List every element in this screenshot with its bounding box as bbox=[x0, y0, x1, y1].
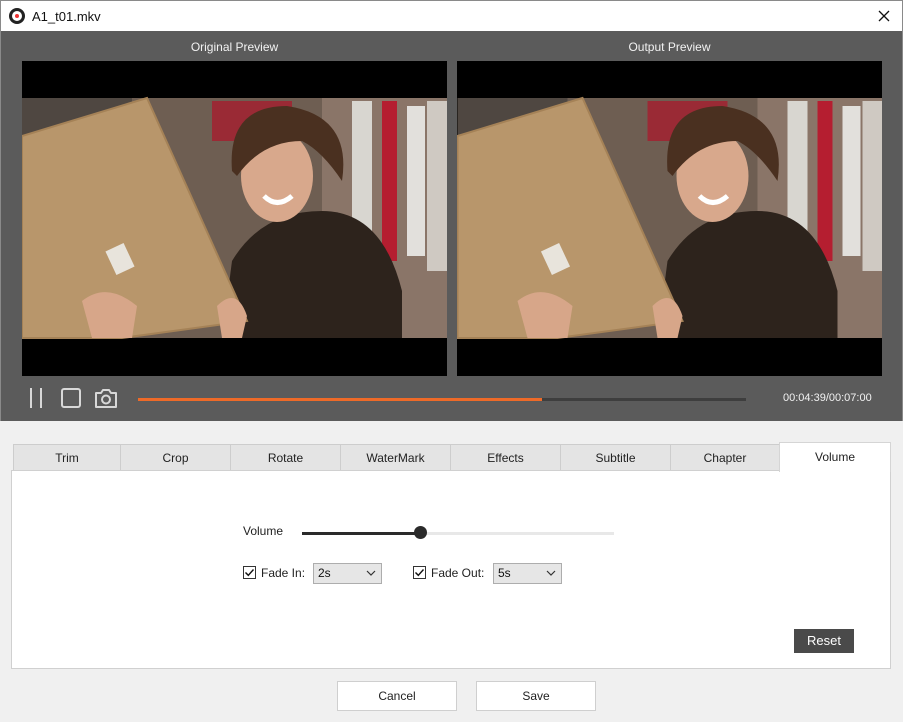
edit-tabs: Trim Crop Rotate WaterMark Effects Subti… bbox=[12, 442, 891, 472]
fade-out-select[interactable]: 5s bbox=[493, 563, 562, 584]
seek-bar[interactable] bbox=[138, 398, 746, 401]
pause-icon bbox=[30, 388, 42, 408]
original-preview-video bbox=[22, 61, 447, 376]
stop-button[interactable] bbox=[60, 386, 82, 413]
tab-watermark[interactable]: WaterMark bbox=[340, 444, 451, 471]
tab-subtitle[interactable]: Subtitle bbox=[560, 444, 671, 471]
tab-effects[interactable]: Effects bbox=[450, 444, 561, 471]
checkmark-icon bbox=[415, 569, 425, 577]
volume-slider-fill bbox=[302, 532, 421, 535]
tab-volume[interactable]: Volume bbox=[779, 442, 891, 472]
checkmark-icon bbox=[245, 569, 255, 577]
window-title: A1_t01.mkv bbox=[32, 9, 101, 24]
fade-out-label: Fade Out: bbox=[431, 566, 485, 580]
preview-area: Original Preview Output Preview 00:04:39… bbox=[0, 31, 903, 421]
volume-slider-handle[interactable] bbox=[414, 526, 428, 539]
tab-trim[interactable]: Trim bbox=[13, 444, 121, 471]
tab-chapter[interactable]: Chapter bbox=[670, 444, 780, 471]
save-button[interactable]: Save bbox=[476, 681, 596, 711]
fade-out-value: 5s bbox=[498, 566, 511, 580]
camera-icon bbox=[95, 389, 117, 408]
fade-in-checkbox[interactable] bbox=[243, 566, 256, 579]
stop-icon bbox=[61, 388, 81, 408]
title-bar: A1_t01.mkv bbox=[0, 0, 903, 31]
volume-slider[interactable] bbox=[302, 532, 614, 535]
pause-button[interactable] bbox=[27, 386, 47, 413]
reset-button[interactable]: Reset bbox=[794, 629, 854, 653]
close-icon bbox=[878, 10, 890, 22]
original-preview-label: Original Preview bbox=[190, 40, 279, 54]
volume-label: Volume bbox=[243, 524, 284, 538]
chevron-down-icon bbox=[366, 570, 376, 576]
close-button[interactable] bbox=[874, 6, 894, 26]
app-logo-icon bbox=[9, 8, 25, 24]
output-preview-label: Output Preview bbox=[628, 40, 711, 54]
tab-crop[interactable]: Crop bbox=[120, 444, 231, 471]
output-preview-video bbox=[457, 61, 882, 376]
seek-progress bbox=[138, 398, 542, 401]
cancel-button[interactable]: Cancel bbox=[337, 681, 457, 711]
fade-in-select[interactable]: 2s bbox=[313, 563, 382, 584]
timecode: 00:04:39/00:07:00 bbox=[783, 392, 872, 404]
chevron-down-icon bbox=[546, 570, 556, 576]
fade-in-label: Fade In: bbox=[261, 566, 306, 580]
snapshot-button[interactable] bbox=[93, 386, 119, 413]
tab-rotate[interactable]: Rotate bbox=[230, 444, 341, 471]
fade-out-checkbox[interactable] bbox=[413, 566, 426, 579]
fade-in-value: 2s bbox=[318, 566, 331, 580]
